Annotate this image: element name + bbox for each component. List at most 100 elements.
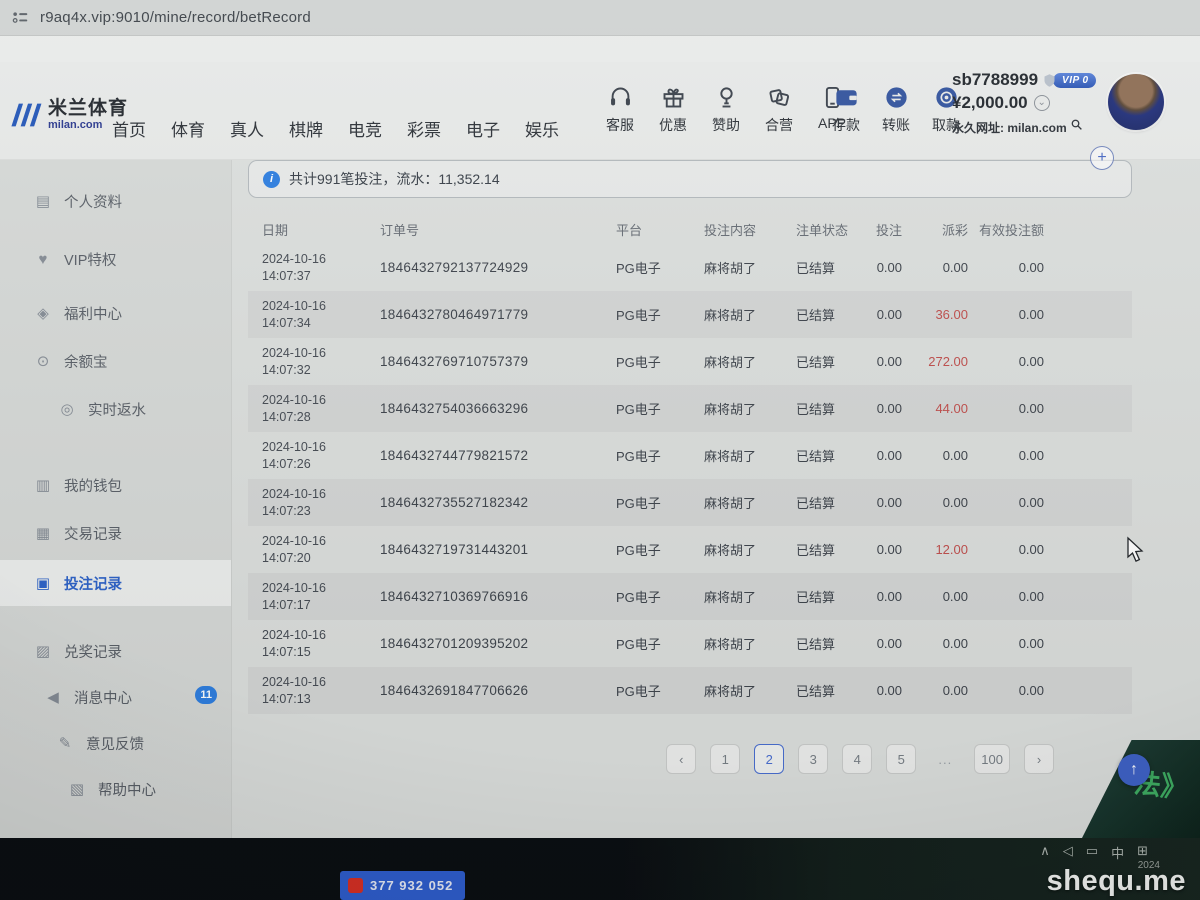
page-5[interactable]: 5 <box>886 744 916 774</box>
sidebar-item-label: 交易记录 <box>64 523 122 544</box>
page-4[interactable]: 4 <box>842 744 872 774</box>
transfer-label: 转账 <box>882 115 910 135</box>
page-next[interactable]: › <box>1024 744 1054 774</box>
back-to-top-button[interactable]: ↑ <box>1118 754 1150 786</box>
milan-logo-icon <box>10 98 44 132</box>
search-icon[interactable] <box>1070 118 1083 136</box>
plus-widget-icon[interactable]: + <box>1090 146 1114 170</box>
sidebar-item-realtime-rebate[interactable]: ◎实时返水 <box>0 386 231 432</box>
support-button[interactable]: 客服 <box>598 84 642 135</box>
sidebar-item-transaction-records[interactable]: ▦交易记录 <box>0 510 231 556</box>
cell-bet: 0.00 <box>854 542 902 557</box>
cell-valid: 0.00 <box>968 683 1044 698</box>
cell-date: 2024-10-16 14:07:37 <box>262 251 380 285</box>
table-header: 日期订单号平台投注内容注单状态投注派彩有效投注额 <box>248 214 1132 244</box>
cell-valid: 0.00 <box>968 589 1044 604</box>
summary-bar: i 共计991笔投注，流水：11,352.14 <box>248 160 1132 198</box>
nav-entertainment[interactable]: 娱乐 <box>525 116 559 141</box>
cell-date: 2024-10-16 14:07:23 <box>262 486 380 520</box>
promotions-button[interactable]: 优惠 <box>651 84 695 135</box>
balance-amount: ¥2,000.00 <box>952 93 1028 113</box>
nav-sports[interactable]: 体育 <box>171 116 205 141</box>
page-ellipsis: ... <box>930 744 960 774</box>
headset-icon <box>607 84 634 111</box>
page-prev[interactable]: ‹ <box>666 744 696 774</box>
permanent-url-label: 永久网址: milan.com <box>952 119 1067 136</box>
transfer-icon <box>883 84 910 111</box>
nav-live-casino[interactable]: 真人 <box>230 116 264 141</box>
sidebar-item-profile[interactable]: ▤个人资料 <box>0 178 231 224</box>
quick-actions: 客服优惠赞助合营APP <box>598 84 854 135</box>
column-header: 有效投注额 <box>968 220 1044 239</box>
sidebar-item-help-center[interactable]: ▧帮助中心 <box>0 766 231 812</box>
user-avatar[interactable] <box>1108 74 1164 130</box>
cell-platform: PG电子 <box>616 305 704 324</box>
cell-valid: 0.00 <box>968 401 1044 416</box>
deposit-button[interactable]: 存款 <box>824 84 868 135</box>
nav-slots[interactable]: 电子 <box>466 116 500 141</box>
nav-chess[interactable]: 棋牌 <box>289 116 323 141</box>
sidebar-item-welfare-center[interactable]: ◈福利中心 <box>0 290 231 336</box>
cell-order: 1846432780464971779 <box>380 307 616 322</box>
sidebar-item-vip-privileges[interactable]: ♥VIP特权 <box>0 236 231 282</box>
table-row[interactable]: 2024-10-16 14:07:371846432792137724929PG… <box>248 244 1132 291</box>
cell-payout: 0.00 <box>902 683 968 698</box>
money-bag-icon: ⊙ <box>34 352 52 370</box>
sidebar-item-yuebao[interactable]: ⊙余额宝 <box>0 338 231 384</box>
nav-home[interactable]: 首页 <box>112 116 146 141</box>
speaker-icon[interactable]: ◁ <box>1063 843 1073 862</box>
page-100[interactable]: 100 <box>974 744 1010 774</box>
cell-platform: PG电子 <box>616 493 704 512</box>
table-row[interactable]: 2024-10-16 14:07:131846432691847706626PG… <box>248 667 1132 714</box>
balance-expand-icon[interactable]: ⌄ <box>1034 95 1050 111</box>
cell-status: 已结算 <box>796 493 854 512</box>
nav-esports[interactable]: 电竞 <box>348 116 382 141</box>
cell-order: 1846432769710757379 <box>380 354 616 369</box>
cell-bet: 0.00 <box>854 683 902 698</box>
table-row[interactable]: 2024-10-16 14:07:341846432780464971779PG… <box>248 291 1132 338</box>
cell-status: 已结算 <box>796 352 854 371</box>
table-row[interactable]: 2024-10-16 14:07:321846432769710757379PG… <box>248 338 1132 385</box>
cell-bet: 0.00 <box>854 307 902 322</box>
cell-order: 1846432744779821572 <box>380 448 616 463</box>
sponsor-button[interactable]: 赞助 <box>704 84 748 135</box>
transfer-button[interactable]: 转账 <box>874 84 918 135</box>
table-row[interactable]: 2024-10-16 14:07:151846432701209395202PG… <box>248 620 1132 667</box>
sidebar-item-my-wallet[interactable]: ▥我的钱包 <box>0 462 231 508</box>
partner-button[interactable]: 合营 <box>757 84 801 135</box>
sidebar-item-bet-records[interactable]: ▣投注记录 <box>0 560 231 606</box>
ime-chinese-icon[interactable]: 中 <box>1111 843 1124 862</box>
mouse-cursor <box>1126 536 1148 571</box>
cell-date: 2024-10-16 14:07:13 <box>262 674 380 708</box>
table-row[interactable]: 2024-10-16 14:07:281846432754036663296PG… <box>248 385 1132 432</box>
sidebar-item-prize-records[interactable]: ▨兑奖记录 <box>0 628 231 674</box>
column-header: 平台 <box>616 220 704 239</box>
gift-icon <box>660 84 687 111</box>
page-2[interactable]: 2 <box>754 744 784 774</box>
table-row[interactable]: 2024-10-16 14:07:231846432735527182342PG… <box>248 479 1132 526</box>
nav-lottery[interactable]: 彩票 <box>407 116 441 141</box>
sidebar-item-feedback[interactable]: ✎意见反馈 <box>0 720 231 766</box>
sidebar-item-message-center[interactable]: ◀消息中心11 <box>0 674 231 720</box>
cell-date: 2024-10-16 14:07:32 <box>262 345 380 379</box>
cell-status: 已结算 <box>796 399 854 418</box>
window-icon[interactable]: ▭ <box>1086 843 1098 862</box>
site-logo[interactable]: 米兰体育 milan.com <box>10 98 128 132</box>
page-3[interactable]: 3 <box>798 744 828 774</box>
address-bar[interactable]: r9aq4x.vip:9010/mine/record/betRecord <box>0 0 1200 36</box>
username[interactable]: sb7788999 <box>952 70 1038 90</box>
cell-bet: 0.00 <box>854 448 902 463</box>
sidebar-menu: ▤个人资料 ♥VIP特权 ◈福利中心⊙余额宝◎实时返水 ▥我的钱包▦交易记录▣投注记录… <box>0 160 232 838</box>
cell-platform: PG电子 <box>616 681 704 700</box>
table-row[interactable]: 2024-10-16 14:07:261846432744779821572PG… <box>248 432 1132 479</box>
cell-platform: PG电子 <box>616 352 704 371</box>
column-header: 订单号 <box>380 220 616 239</box>
table-row[interactable]: 2024-10-16 14:07:201846432719731443201PG… <box>248 526 1132 573</box>
page-1[interactable]: 1 <box>710 744 740 774</box>
chevron-up-icon[interactable]: ∧ <box>1040 843 1050 862</box>
rebate-icon: ◎ <box>58 400 76 418</box>
sidebar-item-label: 投注记录 <box>64 573 122 594</box>
table-row[interactable]: 2024-10-16 14:07:171846432710369766916PG… <box>248 573 1132 620</box>
cell-order: 1846432691847706626 <box>380 683 616 698</box>
column-header: 投注内容 <box>704 220 796 239</box>
